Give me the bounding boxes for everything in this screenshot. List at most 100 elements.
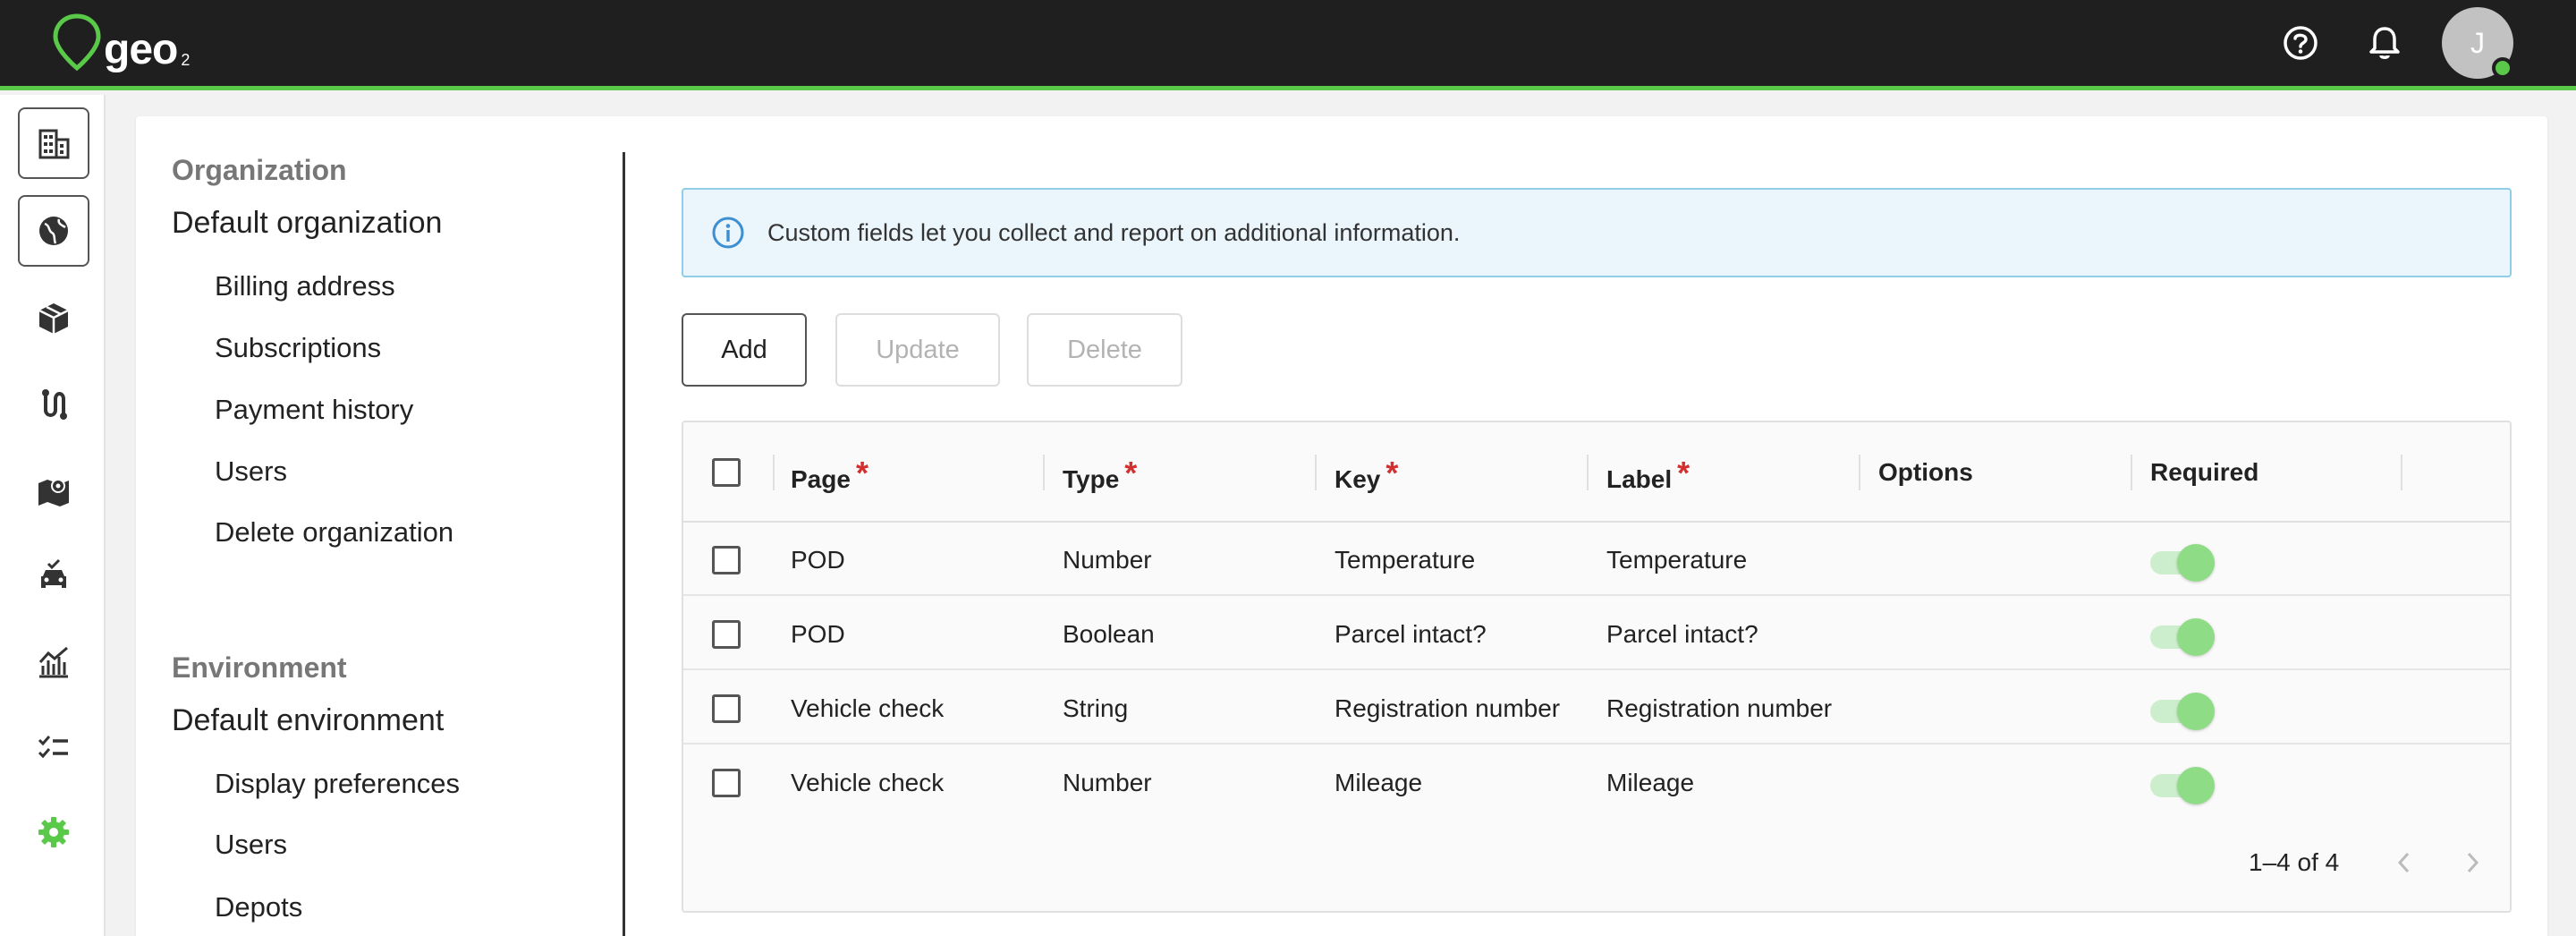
cell-page: POD (791, 546, 845, 574)
table-row[interactable]: Vehicle check String Registration number… (683, 671, 2510, 745)
bell-icon[interactable] (2363, 21, 2406, 64)
column-header-options-label: Options (1878, 458, 1973, 486)
location-pin-icon (53, 13, 101, 72)
add-button[interactable]: Add (682, 313, 807, 387)
vehicles-nav-button[interactable] (18, 540, 89, 612)
select-all-checkbox[interactable] (712, 458, 741, 487)
cell-key: Parcel intact? (1335, 620, 1487, 648)
nav-display-preferences[interactable]: Display preferences (215, 768, 460, 800)
chevron-right-icon (2467, 852, 2479, 873)
toggle-thumb (2177, 767, 2215, 804)
nav-divider (623, 152, 625, 936)
table-row[interactable]: POD Boolean Parcel intact? Parcel intact… (683, 597, 2510, 670)
map-nav-button[interactable] (18, 455, 89, 526)
orders-nav-button[interactable] (18, 283, 89, 354)
toggle-thumb (2177, 544, 2215, 582)
help-circle-icon[interactable] (2279, 21, 2322, 64)
online-status-badge (2492, 57, 2513, 79)
info-banner: Custom fields let you collect and report… (682, 188, 2512, 277)
nav-subscriptions[interactable]: Subscriptions (215, 332, 381, 364)
cell-label: Registration number (1606, 694, 1833, 722)
checklist-icon (38, 736, 68, 759)
column-header-page-label: Page (791, 465, 851, 493)
column-header-label-label: Label (1606, 465, 1673, 493)
map-icon (38, 479, 69, 506)
chevron-left-icon (2397, 852, 2410, 873)
cell-type: String (1063, 694, 1129, 722)
organization-heading: Organization (172, 154, 347, 186)
nav-default-organization[interactable]: Default organization (172, 206, 442, 241)
custom-fields-table: Page * Type * Key * Label * Options Required… (682, 421, 2512, 913)
column-header-page[interactable]: Page * (791, 455, 869, 496)
update-button[interactable]: Update (835, 313, 1000, 387)
routes-nav-button[interactable] (18, 369, 89, 440)
cell-type: Number (1063, 546, 1152, 574)
row-checkbox[interactable] (712, 769, 741, 797)
row-checkbox[interactable] (712, 546, 741, 574)
pagination-range: 1–4 of 4 (2249, 848, 2340, 876)
nav-organization-users[interactable]: Users (215, 455, 287, 488)
next-page-button[interactable] (2453, 843, 2492, 882)
column-separator (2401, 455, 2402, 490)
info-icon (712, 217, 744, 249)
info-text: Custom fields let you collect and report… (767, 218, 1461, 246)
column-header-required[interactable]: Required (2150, 458, 2258, 487)
required-toggle[interactable] (2147, 767, 2218, 804)
required-toggle[interactable] (2147, 544, 2218, 582)
logo-text: geo (104, 26, 178, 73)
top-bar: geo 2 J (0, 0, 2576, 90)
cell-page: Vehicle check (791, 694, 945, 722)
route-icon (42, 389, 67, 420)
required-star-key: * (1385, 455, 1399, 491)
nav-depots[interactable]: Depots (215, 891, 302, 923)
nav-default-environment[interactable]: Default environment (172, 703, 444, 738)
column-header-type-label: Type (1063, 465, 1120, 493)
column-separator (2131, 455, 2132, 490)
globe-icon (39, 217, 68, 245)
column-header-label[interactable]: Label * (1606, 455, 1690, 496)
settings-icon (38, 817, 69, 847)
delete-button[interactable]: Delete (1027, 313, 1182, 387)
analytics-nav-button[interactable] (18, 626, 89, 698)
settings-nav: Organization Default organization Billin… (136, 116, 624, 936)
table-row[interactable]: POD Number Temperature Temperature (683, 523, 2510, 596)
nav-payment-history[interactable]: Payment history (215, 394, 413, 426)
table-footer: 1–4 of 4 (683, 816, 2510, 911)
column-separator (773, 455, 775, 490)
previous-page-button[interactable] (2385, 843, 2424, 882)
table-row[interactable]: Vehicle check Number Mileage Mileage (683, 745, 2510, 819)
toggle-thumb (2177, 693, 2215, 730)
package-icon (38, 303, 69, 334)
environment-nav-button[interactable] (18, 195, 89, 267)
required-toggle[interactable] (2147, 618, 2218, 656)
column-separator (1859, 455, 1860, 490)
analytics-icon (38, 646, 68, 678)
logo-subscript: 2 (181, 51, 191, 69)
nav-billing-address[interactable]: Billing address (215, 270, 395, 302)
required-star-label: * (1677, 455, 1690, 491)
row-checkbox[interactable] (712, 694, 741, 723)
cell-page: Vehicle check (791, 769, 945, 796)
column-separator (1315, 455, 1317, 490)
row-checkbox[interactable] (712, 620, 741, 649)
tasks-nav-button[interactable] (18, 712, 89, 784)
settings-nav-button[interactable] (18, 796, 89, 868)
required-toggle[interactable] (2147, 693, 2218, 730)
cell-type: Boolean (1063, 620, 1155, 648)
nav-delete-organization[interactable]: Delete organization (215, 516, 453, 549)
building-icon (38, 129, 70, 159)
avatar-initial: J (2470, 26, 2485, 59)
settings-card: Organization Default organization Billin… (136, 116, 2547, 936)
organization-nav-button[interactable] (18, 107, 89, 179)
column-header-key[interactable]: Key * (1335, 455, 1399, 496)
column-header-options[interactable]: Options (1878, 458, 1973, 487)
nav-environment-users[interactable]: Users (215, 829, 287, 861)
navigation-rail (0, 95, 106, 936)
column-header-key-label: Key (1335, 465, 1381, 493)
custom-fields-panel: Custom fields let you collect and report… (682, 116, 2515, 936)
column-header-type[interactable]: Type * (1063, 455, 1137, 496)
app-logo[interactable]: geo 2 (52, 13, 190, 72)
cell-key: Registration number (1335, 694, 1561, 722)
cell-label: Mileage (1606, 769, 1695, 796)
toggle-thumb (2177, 618, 2215, 656)
